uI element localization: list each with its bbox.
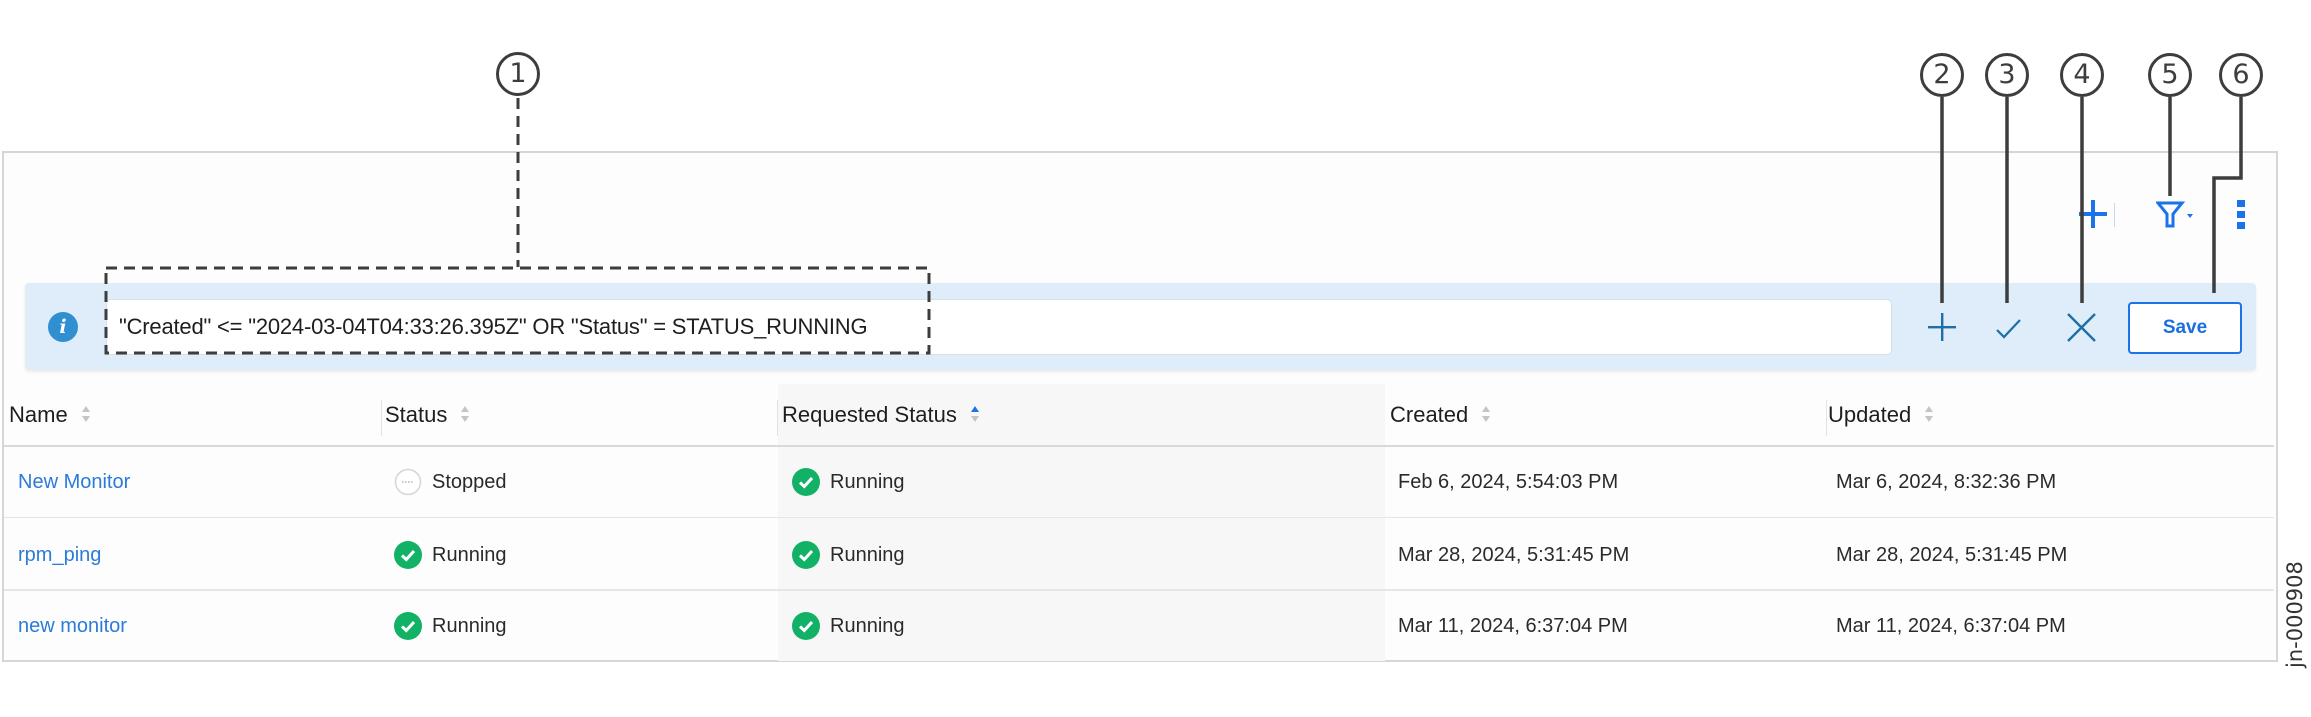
status-cell: Running <box>394 611 507 641</box>
requested-status-text: Running <box>830 544 905 566</box>
sort-icon <box>461 406 470 423</box>
running-check-icon <box>792 612 820 640</box>
callout-2: 2 <box>1920 53 1964 97</box>
requested-status-cell: Running <box>792 467 905 497</box>
running-check-icon <box>394 612 422 640</box>
requested-status-cell: Running <box>792 611 905 641</box>
status-text: Stopped <box>432 471 507 493</box>
column-header-status[interactable]: Status <box>385 398 471 432</box>
toolbar-divider <box>2114 203 2115 227</box>
column-header-label: Requested Status <box>782 402 957 427</box>
column-header-label: Status <box>385 402 448 427</box>
column-header-label: Name <box>9 402 68 427</box>
running-check-icon <box>394 541 422 569</box>
caret-down-icon <box>2187 214 2193 218</box>
filter-query-input[interactable]: "Created" <= "2024-03-04T04:33:26.395Z" … <box>106 299 1892 355</box>
sort-icon <box>1925 406 1934 423</box>
callout-6: 6 <box>2219 53 2263 97</box>
stopped-icon <box>394 468 422 496</box>
column-divider <box>381 400 382 436</box>
column-header-label: Created <box>1390 402 1469 427</box>
callout-3: 3 <box>1985 53 2029 97</box>
created-cell: Mar 11, 2024, 6:37:04 PM <box>1398 615 1628 637</box>
filter-icon <box>2154 201 2193 228</box>
info-icon: i <box>48 312 78 342</box>
apply-filter-button[interactable] <box>1994 315 2022 341</box>
monitor-name-link[interactable]: rpm_ping <box>18 540 101 570</box>
more-options-button[interactable] <box>2234 198 2248 232</box>
column-header-requested-status[interactable]: Requested Status <box>782 398 981 432</box>
monitor-name-link[interactable]: new monitor <box>18 611 127 641</box>
status-text: Running <box>432 544 507 566</box>
status-cell: Running <box>394 540 507 570</box>
clear-filter-button[interactable] <box>2066 312 2097 343</box>
column-header-created[interactable]: Created <box>1390 398 1492 432</box>
save-filter-button[interactable]: Save <box>2128 302 2242 354</box>
status-text: Running <box>432 615 507 637</box>
requested-status-text: Running <box>830 471 905 493</box>
requested-status-text: Running <box>830 615 905 637</box>
callout-4: 4 <box>2060 53 2104 97</box>
add-filter-condition-button[interactable] <box>1927 312 1957 342</box>
column-divider <box>777 400 778 436</box>
sort-icon <box>81 406 90 423</box>
callout-5: 5 <box>2148 53 2192 97</box>
requested-status-cell: Running <box>792 540 905 570</box>
add-icon <box>2079 200 2107 228</box>
header-divider <box>4 445 2274 447</box>
sort-ascending-icon <box>970 406 979 423</box>
column-header-updated[interactable]: Updated <box>1828 398 1935 432</box>
figure-id-label: jn-000908 <box>2283 561 2307 668</box>
more-vertical-icon <box>2237 200 2245 229</box>
callout-1: 1 <box>496 52 540 96</box>
row-divider <box>4 517 2274 518</box>
row-divider <box>4 589 2274 591</box>
created-cell: Mar 28, 2024, 5:31:45 PM <box>1398 544 1630 566</box>
created-cell: Feb 6, 2024, 5:54:03 PM <box>1398 471 1619 493</box>
filter-button[interactable] <box>2154 200 2196 228</box>
monitor-name-link[interactable]: New Monitor <box>18 467 130 497</box>
column-header-label: Updated <box>1828 402 1912 427</box>
running-check-icon <box>792 468 820 496</box>
running-check-icon <box>792 541 820 569</box>
column-divider <box>1826 400 1827 436</box>
updated-cell: Mar 11, 2024, 6:37:04 PM <box>1836 615 2066 637</box>
updated-cell: Mar 6, 2024, 8:32:36 PM <box>1836 471 2057 493</box>
add-icon <box>1928 313 1956 341</box>
close-icon <box>2067 313 2096 342</box>
column-header-name[interactable]: Name <box>9 398 92 432</box>
sort-icon <box>1482 406 1491 423</box>
status-cell: Stopped <box>394 467 507 497</box>
check-icon <box>1996 319 2021 339</box>
updated-cell: Mar 28, 2024, 5:31:45 PM <box>1836 544 2068 566</box>
add-monitor-button[interactable] <box>2078 199 2108 229</box>
